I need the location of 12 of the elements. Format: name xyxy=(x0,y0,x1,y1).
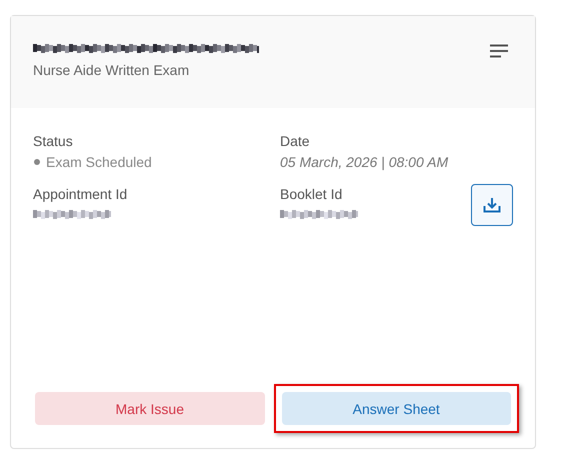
menu-icon[interactable] xyxy=(489,44,509,58)
field-label: Appointment Id xyxy=(33,186,128,202)
status-text: Exam Scheduled xyxy=(33,154,152,170)
card-subtitle: Nurse Aide Written Exam xyxy=(33,62,190,78)
field-value: 05 March, 2026 | 08:00 AM xyxy=(280,154,448,170)
mark-issue-button[interactable]: Mark Issue xyxy=(35,392,264,425)
answer-sheet-button[interactable]: Answer Sheet xyxy=(282,392,511,425)
field-label: Status xyxy=(33,133,74,149)
download-icon xyxy=(483,197,501,213)
download-button[interactable] xyxy=(471,184,513,226)
field-label: Booklet Id xyxy=(280,186,344,202)
field-label: Date xyxy=(280,133,311,149)
